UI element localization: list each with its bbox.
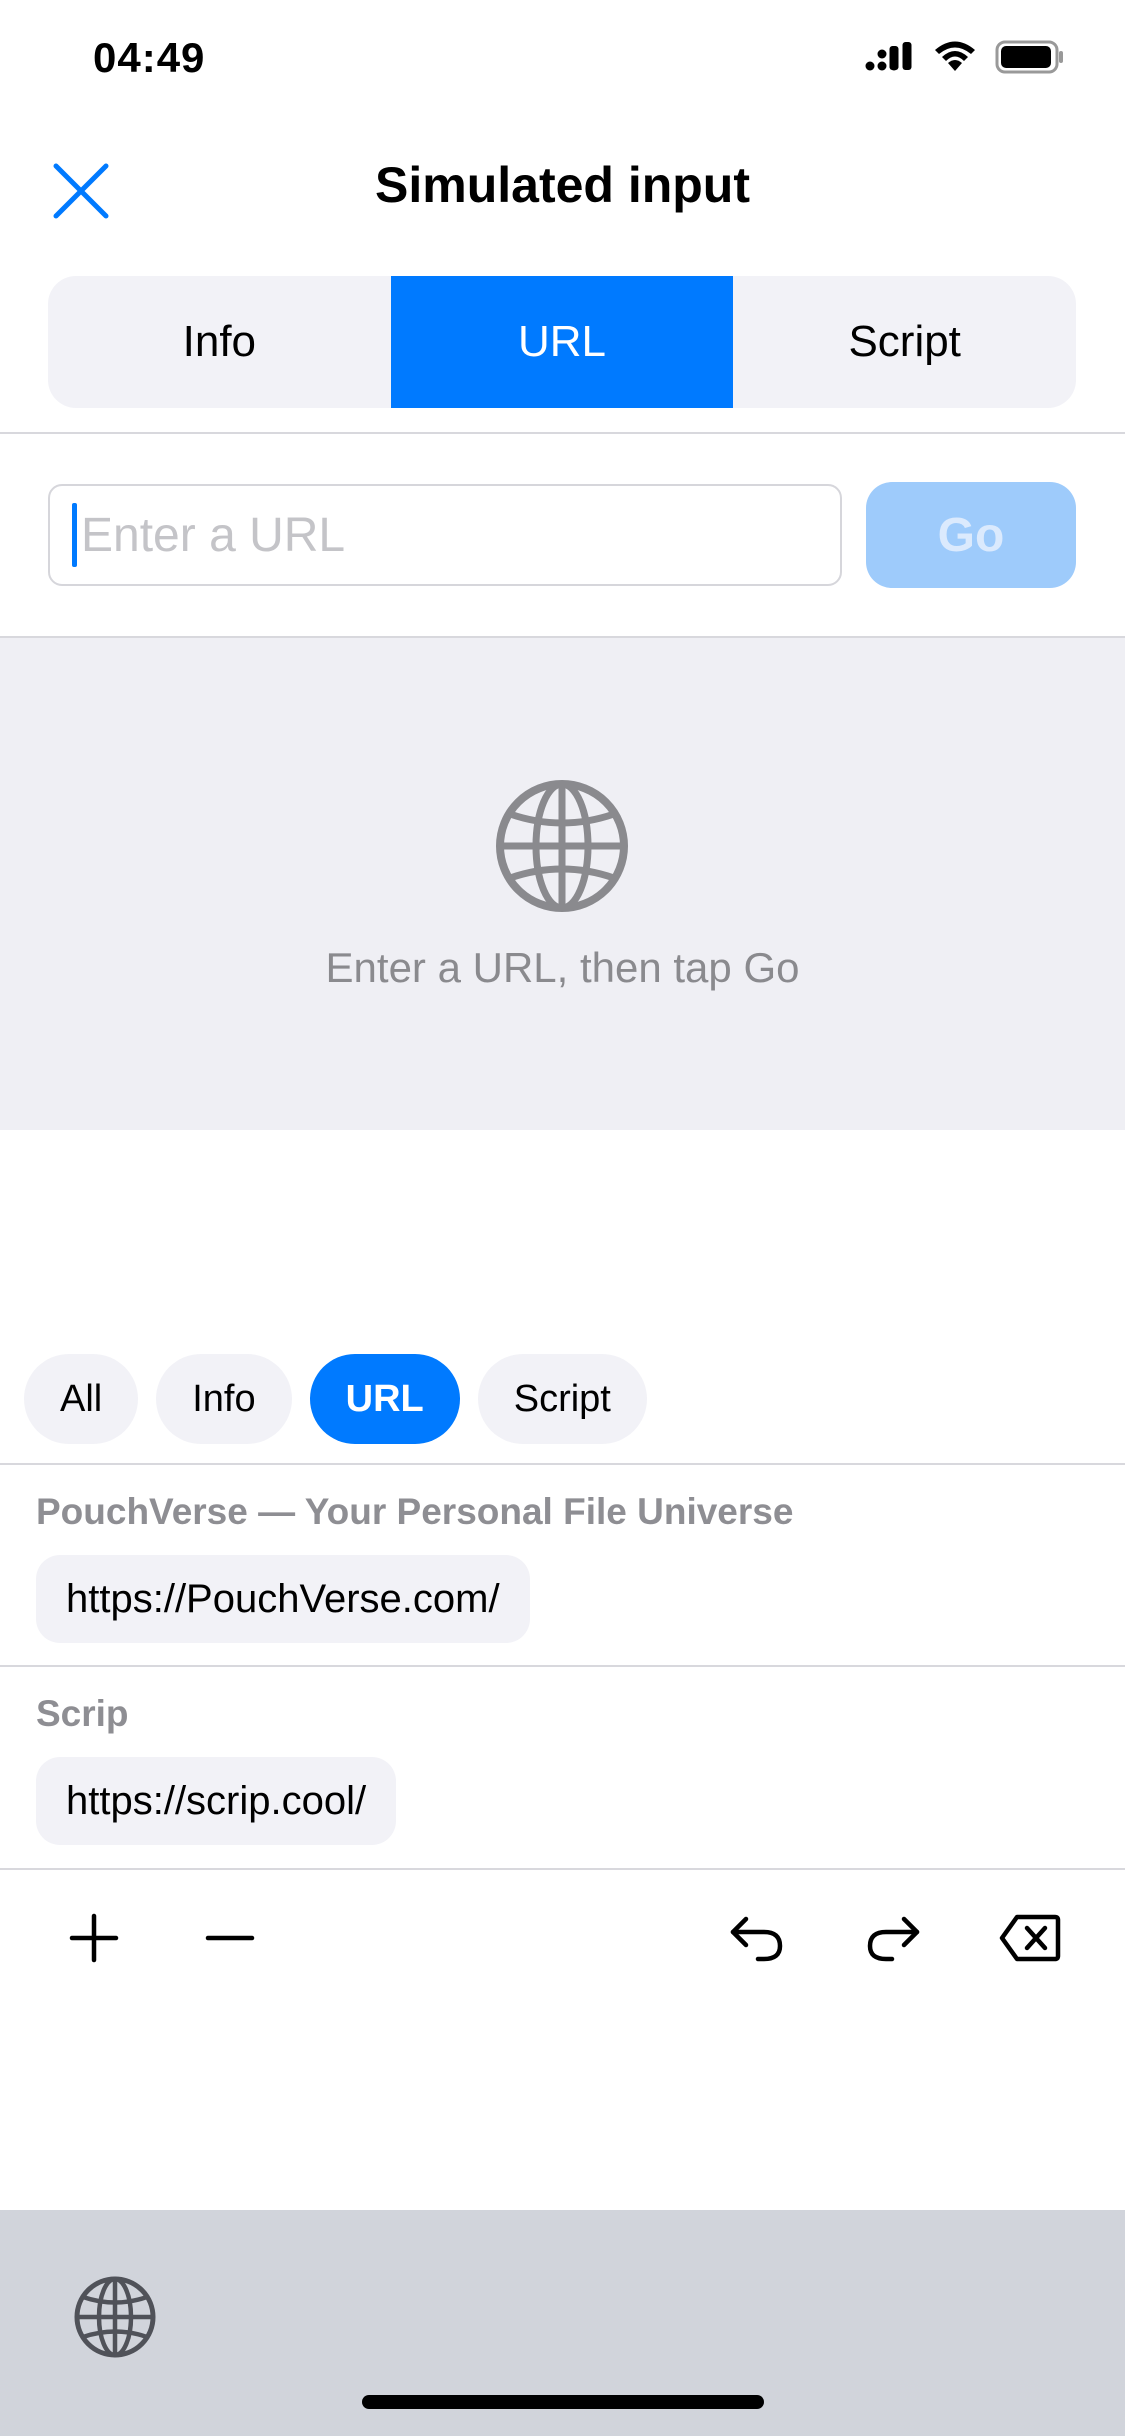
text-caret [72, 503, 77, 567]
page-title: Simulated input [375, 157, 750, 213]
history-item[interactable]: PouchVerse — Your Personal File Universe… [0, 1465, 1125, 1665]
delete-backward-button[interactable] [998, 1906, 1062, 1970]
empty-state-message: Enter a URL, then tap Go [325, 944, 800, 991]
history-item[interactable]: Scrip https://scrip.cool/ [0, 1667, 1125, 1867]
empty-state: Enter a URL, then tap Go [0, 638, 1125, 1130]
delete-backward-icon [999, 1914, 1061, 1962]
chip-all[interactable]: All [24, 1354, 139, 1444]
go-button[interactable]: Go [866, 482, 1076, 588]
mode-segmented-control: Info URL Script [48, 276, 1076, 408]
tab-script[interactable]: Script [733, 276, 1076, 408]
keyboard-accessory-area [0, 2210, 1125, 2436]
url-input-container[interactable] [48, 484, 842, 586]
status-bar: 04:49 [0, 0, 1125, 120]
plus-icon [69, 1913, 119, 1963]
minus-icon [205, 1935, 255, 1941]
chip-url[interactable]: URL [309, 1354, 460, 1444]
tab-url[interactable]: URL [390, 276, 734, 408]
history-item-title: PouchVerse — Your Personal File Universe [36, 1491, 794, 1532]
globe-icon[interactable] [72, 2274, 158, 2360]
chip-script[interactable]: Script [477, 1354, 647, 1444]
decrement-button[interactable] [198, 1906, 262, 1970]
nav-bar: Simulated input [0, 130, 1125, 245]
history-item-title: Scrip [36, 1693, 129, 1734]
globe-icon [496, 780, 628, 912]
chip-info[interactable]: Info [156, 1354, 292, 1444]
cellular-signal-icon [865, 42, 915, 77]
undo-button[interactable] [724, 1906, 788, 1970]
divider [0, 432, 1125, 434]
tab-info[interactable]: Info [48, 276, 391, 408]
status-icons [865, 40, 1065, 79]
undo-icon [730, 1916, 783, 1962]
status-time: 04:49 [93, 34, 206, 81]
url-input[interactable] [81, 507, 781, 563]
redo-button[interactable] [862, 1906, 926, 1970]
redo-icon [867, 1916, 920, 1962]
wifi-icon [933, 41, 977, 78]
divider [0, 1868, 1125, 1870]
history-item-url[interactable]: https://PouchVerse.com/ [36, 1555, 530, 1643]
home-indicator [362, 2395, 764, 2409]
history-item-url[interactable]: https://scrip.cool/ [36, 1757, 397, 1845]
battery-icon [995, 40, 1065, 79]
filter-chips: All Info URL Script [24, 1354, 647, 1444]
increment-button[interactable] [62, 1906, 126, 1970]
